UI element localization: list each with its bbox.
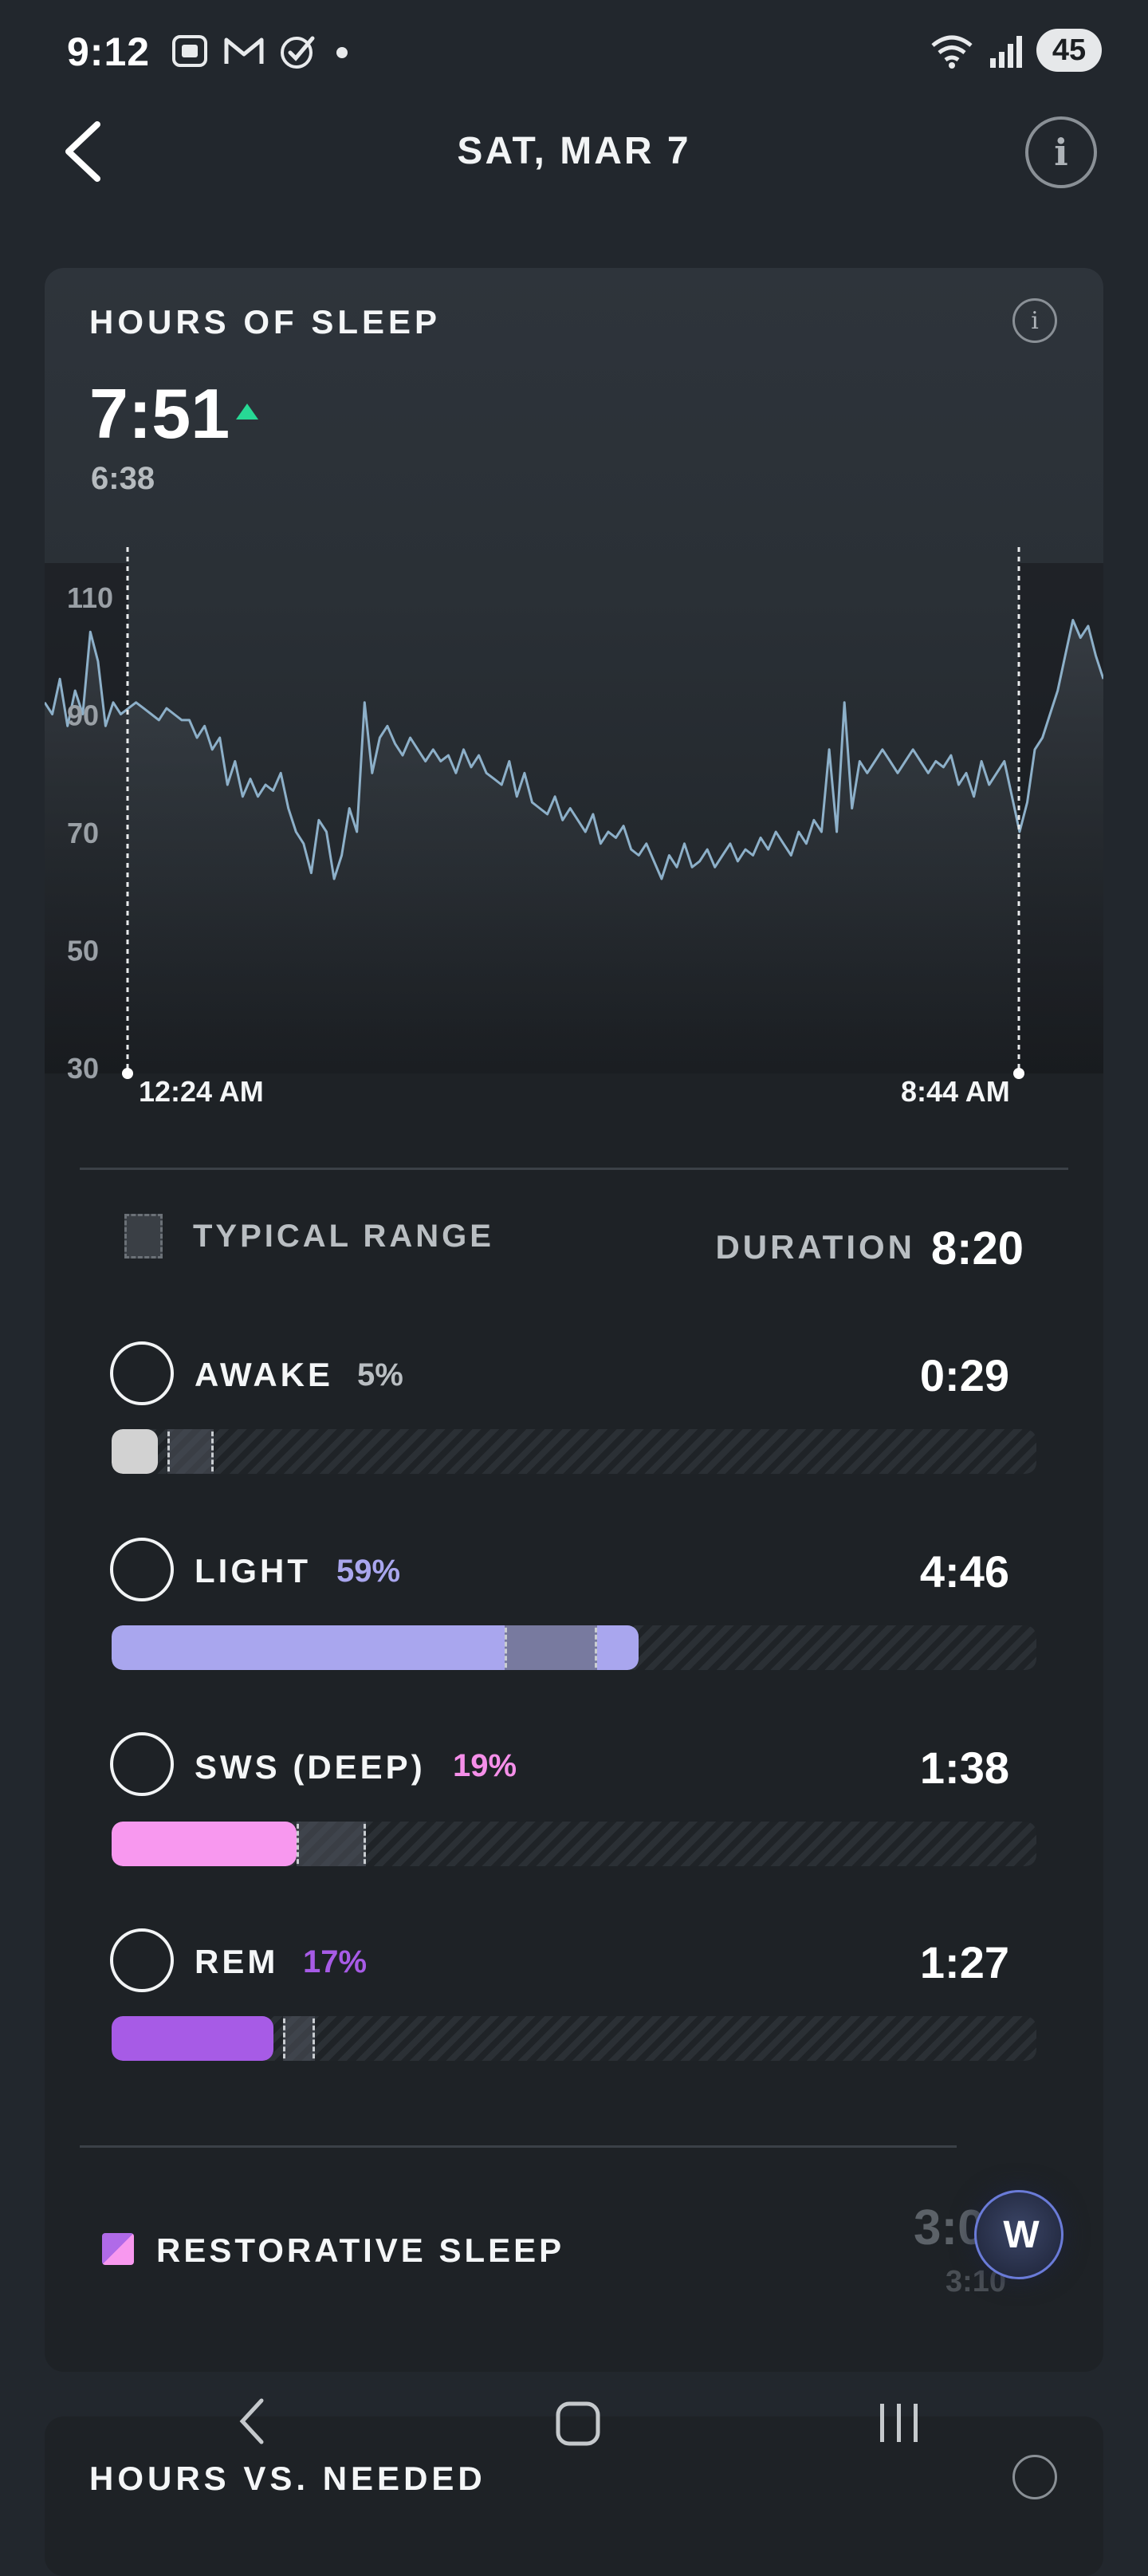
stage-toggle-rem[interactable] [110, 1928, 174, 1992]
status-system-icons: 45 [928, 29, 1102, 72]
previous-hours-value: 6:38 [91, 461, 155, 496]
card-title: HOURS OF SLEEP [89, 303, 442, 341]
sleep-end-dot [1013, 1068, 1024, 1079]
section-divider [80, 2145, 957, 2148]
info-button[interactable]: i [1025, 116, 1097, 188]
stage-typical-range-awake [167, 1429, 214, 1474]
stage-name-awake: AWAKE [195, 1356, 334, 1393]
screenshot-icon [172, 35, 207, 67]
next-card-title: HOURS VS. NEEDED [89, 2460, 486, 2497]
dot-icon [336, 47, 348, 58]
stage-time-awake: 0:29 [919, 1350, 1009, 1400]
typical-range-label: TYPICAL RANGE [193, 1219, 494, 1254]
stage-bar-fill-rem [112, 2016, 273, 2061]
system-navigation-bar [0, 2377, 1148, 2456]
restorative-sleep-label: RESTORATIVE SLEEP [156, 2231, 565, 2269]
signal-icon [990, 36, 1022, 68]
stage-typical-range-rem [282, 2016, 316, 2061]
stage-name-light: LIGHT [195, 1552, 311, 1589]
page-title: SAT, MAR 7 [457, 130, 691, 172]
sleep-end-time: 8:44 AM [901, 1075, 1010, 1108]
stage-toggle-light[interactable] [110, 1538, 174, 1601]
stage-bar-rem [112, 2016, 1036, 2061]
stage-name-rem: REM [195, 1943, 279, 1980]
stage-pct-light: 59% [336, 1554, 401, 1589]
assistant-fab-button[interactable]: W [974, 2190, 1063, 2279]
stage-toggle-deep[interactable] [110, 1732, 174, 1796]
y-tick-label: 70 [67, 817, 99, 849]
duration-label: DURATION [715, 1228, 915, 1266]
stage-pct-awake: 5% [357, 1357, 403, 1392]
stage-time-rem: 1:27 [919, 1937, 1009, 1987]
stage-typical-range-light [505, 1625, 597, 1670]
typical-range-swatch [124, 1214, 163, 1258]
gmail-icon [224, 37, 264, 64]
card-info-button[interactable]: i [1012, 298, 1057, 343]
y-tick-label: 90 [67, 699, 99, 732]
status-notification-icons [169, 30, 354, 72]
hours-of-sleep-value: 7:51 [89, 374, 230, 453]
nav-back-icon[interactable] [236, 2397, 268, 2445]
stage-time-deep: 1:38 [919, 1743, 1009, 1793]
restorative-sleep-icon [102, 2233, 134, 2265]
next-card-info-button[interactable] [1012, 2455, 1057, 2499]
sleep-start-dot [122, 1068, 133, 1079]
stage-typical-range-deep [297, 1822, 366, 1866]
section-divider [80, 1168, 1068, 1170]
stage-bar-fill-deep [112, 1822, 297, 1866]
check-circle-icon [281, 36, 315, 69]
duration-value: 8:20 [930, 1223, 1024, 1274]
stage-bar-light [112, 1625, 1036, 1670]
stage-name-deep: SWS (DEEP) [195, 1748, 426, 1786]
nav-recents-icon[interactable] [875, 2401, 923, 2445]
info-icon: i [1031, 306, 1039, 335]
heart-rate-area [45, 620, 1103, 1073]
stage-bar-deep [112, 1822, 1036, 1866]
y-tick-label: 110 [67, 581, 113, 614]
stage-toggle-awake[interactable] [110, 1341, 174, 1405]
stage-time-light: 4:46 [919, 1546, 1009, 1597]
nav-home-icon[interactable] [555, 2401, 601, 2447]
y-tick-label: 50 [67, 935, 99, 967]
stage-pct-rem: 17% [303, 1944, 368, 1979]
info-icon: i [1054, 131, 1068, 174]
y-tick-label: 30 [67, 1052, 99, 1085]
hours-of-sleep-card: HOURS OF SLEEP i 7:51 6:38 110 90 70 50 30 1… [45, 268, 1103, 2372]
wifi-icon [931, 35, 973, 69]
stage-bar-fill-awake [112, 1429, 158, 1474]
heart-rate-chart: 110 90 70 50 30 [45, 547, 1103, 1085]
stage-pct-deep: 19% [453, 1748, 517, 1783]
trend-up-icon [236, 404, 258, 419]
stage-bar-awake [112, 1429, 1036, 1474]
whoop-logo-icon: W [1003, 2213, 1039, 2256]
status-time: 9:12 [67, 30, 151, 74]
battery-indicator: 45 [1036, 29, 1102, 72]
sleep-start-time: 12:24 AM [139, 1075, 264, 1108]
